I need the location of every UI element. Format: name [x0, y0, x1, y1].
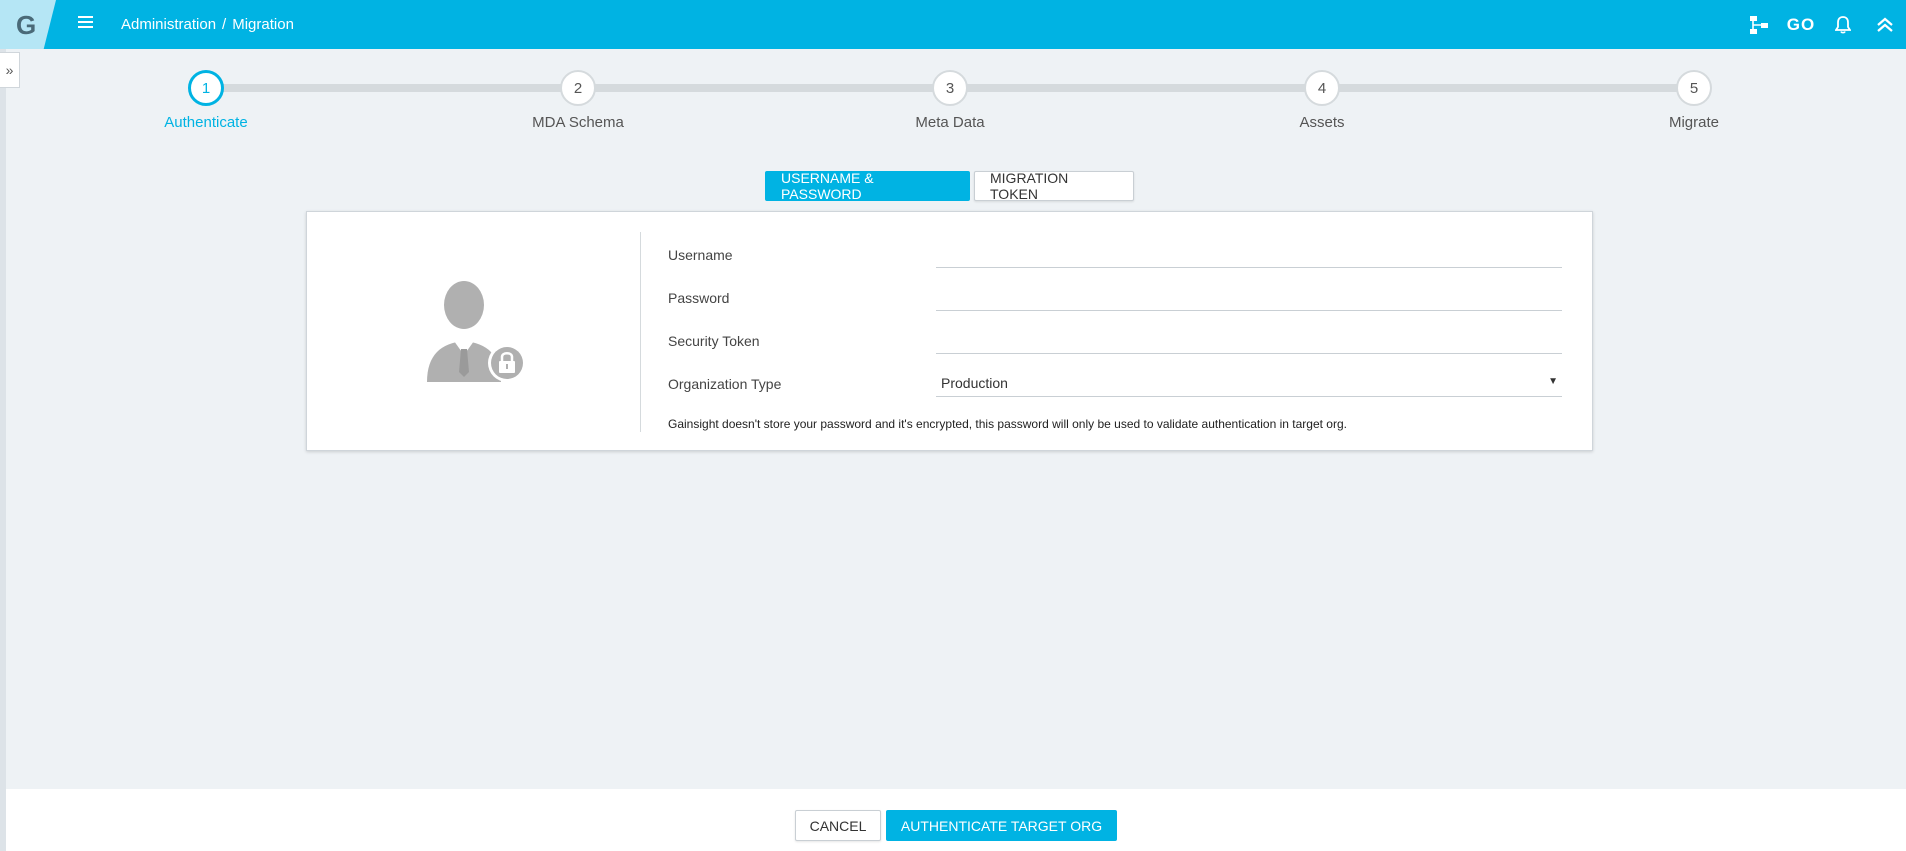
collapse-up-icon[interactable] [1864, 0, 1906, 49]
auth-card: Username Password Security Token Organiz… [306, 211, 1593, 451]
migration-token-tab[interactable]: MIGRATION TOKEN [974, 170, 1134, 202]
organization-type-row: Organization Type Production ▼ [668, 357, 1562, 400]
step-meta-data[interactable]: 3 Meta Data [870, 70, 1030, 131]
password-label: Password [668, 290, 730, 306]
step-number: 5 [1676, 70, 1712, 106]
security-token-label: Security Token [668, 333, 760, 349]
username-label: Username [668, 247, 733, 263]
footer-bar: CANCEL AUTHENTICATE TARGET ORG [6, 789, 1906, 851]
username-input[interactable] [936, 240, 1562, 268]
step-label: Meta Data [915, 114, 985, 131]
step-assets[interactable]: 4 Assets [1242, 70, 1402, 131]
step-label: MDA Schema [532, 114, 624, 131]
organization-type-label: Organization Type [668, 376, 782, 392]
top-header-bar: G Administration / Migration GO [0, 0, 1906, 49]
step-authenticate[interactable]: 1 Authenticate [126, 70, 286, 131]
cancel-button[interactable]: CANCEL [795, 810, 881, 841]
authenticate-target-org-button[interactable]: AUTHENTICATE TARGET ORG [886, 810, 1117, 841]
security-token-input[interactable] [936, 326, 1562, 354]
security-note: Gainsight doesn't store your password an… [668, 417, 1347, 431]
menu-icon[interactable] [78, 13, 98, 33]
left-strip [0, 49, 6, 851]
go-icon[interactable]: GO [1780, 0, 1822, 49]
step-label: Assets [1299, 114, 1345, 131]
user-lock-avatar [307, 212, 640, 452]
security-token-row: Security Token [668, 314, 1562, 357]
step-migrate[interactable]: 5 Migrate [1614, 70, 1774, 131]
step-number: 1 [188, 70, 224, 106]
bell-icon[interactable] [1822, 0, 1864, 49]
logo-letter: G [16, 10, 37, 40]
header-actions: GO [1738, 0, 1906, 49]
org-chart-icon[interactable] [1738, 0, 1780, 49]
breadcrumb: Administration / Migration [121, 16, 294, 33]
footer-actions: CANCEL AUTHENTICATE TARGET ORG [795, 810, 1117, 841]
breadcrumb-separator: / [222, 16, 227, 33]
step-label: Migrate [1668, 114, 1720, 131]
migration-stepper: 1 Authenticate 2 MDA Schema 3 Meta Data … [0, 70, 1906, 140]
organization-type-value: Production [941, 375, 1008, 391]
step-mda-schema[interactable]: 2 MDA Schema [498, 70, 658, 131]
credentials-form: Username Password Security Token Organiz… [668, 228, 1562, 400]
username-row: Username [668, 228, 1562, 271]
auth-method-toggle: USERNAME & PASSWORD MIGRATION TOKEN [765, 170, 1134, 202]
user-lock-icon [426, 281, 526, 382]
breadcrumb-item-administration[interactable]: Administration [121, 16, 216, 33]
step-label: Authenticate [164, 114, 248, 131]
chevron-down-icon: ▼ [1548, 376, 1558, 387]
organization-type-select[interactable]: Production ▼ [936, 369, 1562, 397]
breadcrumb-item-migration: Migration [232, 16, 294, 33]
card-divider [640, 232, 641, 432]
step-number: 3 [932, 70, 968, 106]
username-password-tab[interactable]: USERNAME & PASSWORD [765, 170, 970, 202]
password-row: Password [668, 271, 1562, 314]
step-number: 4 [1304, 70, 1340, 106]
step-number: 2 [560, 70, 596, 106]
password-input[interactable] [936, 283, 1562, 311]
